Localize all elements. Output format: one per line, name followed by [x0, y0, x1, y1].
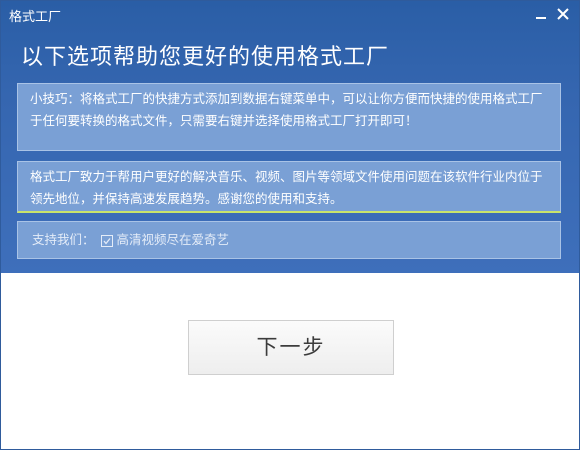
page-heading: 以下选项帮助您更好的使用格式工厂 — [21, 45, 390, 70]
about-panel: 格式工厂致力于帮用户更好的解决音乐、视频、图片等领域文件使用问题在该软件行业内位… — [17, 161, 561, 213]
next-button[interactable]: 下一步 — [188, 320, 394, 375]
support-link[interactable]: 高清视频尽在爱奇艺 — [117, 229, 230, 251]
minimize-icon[interactable] — [531, 4, 551, 24]
support-panel: 支持我们： 高清视频尽在爱奇艺 — [17, 221, 561, 259]
close-icon[interactable] — [553, 4, 573, 24]
tip-text: 小技巧：将格式工厂的快捷方式添加到数据右键菜单中，可以让你方便而快捷的使用格式工… — [30, 91, 543, 128]
support-label: 支持我们： — [32, 232, 95, 247]
window-title: 格式工厂 — [9, 10, 62, 25]
dialog-window: 格式工厂 以下选项帮助您更好的使用格式工厂 小技巧：将格式工厂的快捷方式添加到数… — [0, 0, 580, 450]
title-bar: 格式工厂 — [1, 1, 579, 29]
checkbox-icon[interactable] — [100, 235, 113, 247]
about-text: 格式工厂致力于帮用户更好的解决音乐、视频、图片等领域文件使用问题在该软件行业内位… — [30, 169, 543, 206]
tip-panel: 小技巧：将格式工厂的快捷方式添加到数据右键菜单中，可以让你方便而快捷的使用格式工… — [17, 83, 561, 151]
header-area: 格式工厂 以下选项帮助您更好的使用格式工厂 小技巧：将格式工厂的快捷方式添加到数… — [1, 1, 579, 273]
